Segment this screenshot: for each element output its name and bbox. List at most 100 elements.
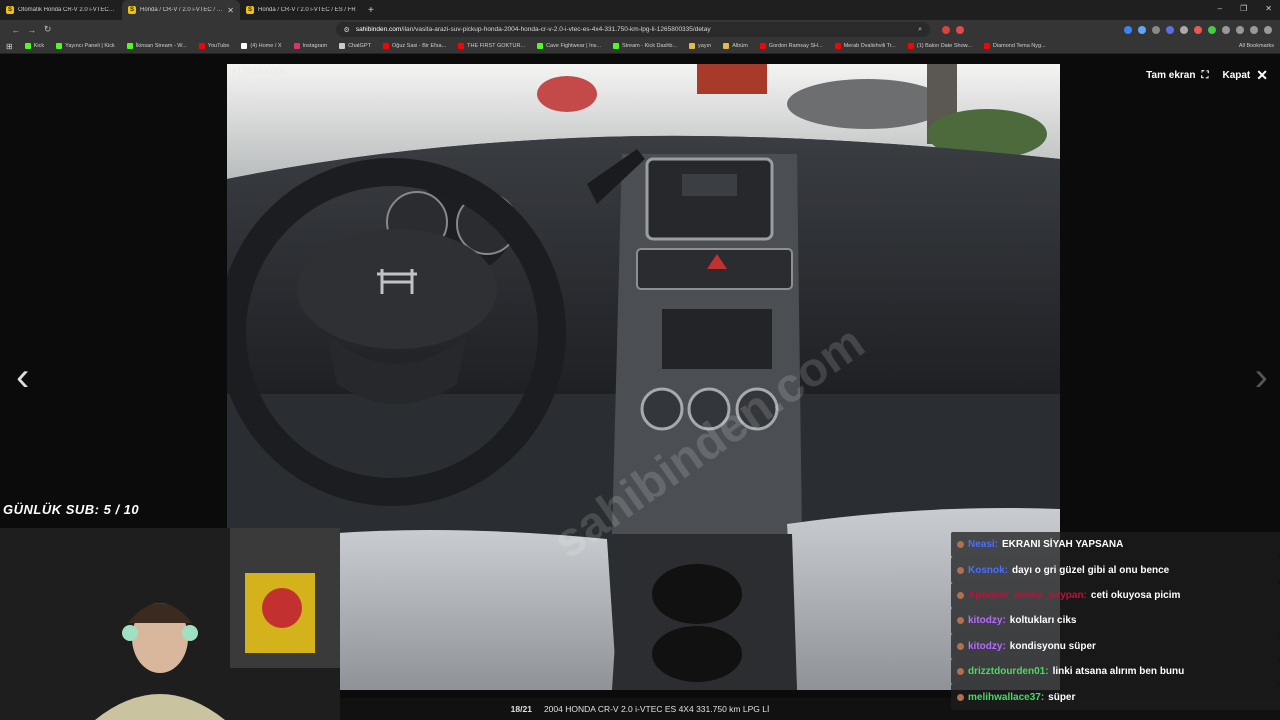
forward-icon[interactable]: → [24,25,40,35]
previous-photo-arrow-icon[interactable]: ‹ [16,355,29,400]
bookmark-item[interactable]: Merab Dvalishvili Tr... [834,43,896,49]
bookmark-item[interactable]: Albüm [723,43,748,49]
extension-icons-right [1123,25,1272,34]
chat-message: melihwallace37: süper [951,684,1280,710]
apps-grid-icon[interactable]: ⊞ [6,42,13,51]
bookmark-favicon-icon [723,43,730,49]
bookmark-item[interactable]: Yayıncı Paneli | Kick [56,43,115,49]
chat-badge-icon [957,642,964,650]
fullscreen-button[interactable]: Tam ekran ⛶ [1146,70,1208,81]
bookmark-favicon-icon [613,43,620,49]
extension-icon[interactable] [1137,25,1146,34]
chat-text: koltukları ciks [1009,615,1077,627]
bookmark-label: Albüm [732,43,748,49]
bookmark-item[interactable]: (1) Balon Date Show... [907,43,972,49]
browser-tab-active[interactable]: S Honda / CR-V / 2.0 i-VTEC / ES / ✕ [122,0,240,20]
bookmark-item[interactable]: THE FIRST GOKTUR... [458,43,525,49]
bookmark-label: Instagram [302,43,328,49]
back-icon[interactable]: ← [8,25,24,35]
bookmark-label: Cave Fightwear | Ins... [546,43,602,49]
reload-icon[interactable]: ↻ [40,24,56,35]
bookmark-item[interactable]: YouTube [198,43,229,49]
bookmark-item[interactable]: Stream - Kick Dashb... [613,43,677,49]
bookmark-label: THE FIRST GOKTUR... [467,43,526,49]
bookmark-favicon-icon [383,43,389,49]
extension-icon[interactable] [1165,25,1174,34]
puzzle-icon[interactable] [1221,25,1230,34]
listing-title: 2004 HONDA CR-V 2.0 i-VTEC ES 4X4 331.75… [543,704,770,714]
extension-icon[interactable] [941,25,950,34]
webcam-overlay [0,528,340,720]
chat-text: süper [1048,691,1076,703]
browser-tab[interactable]: S Otomatik Honda CR-V 2.0 i-VTEC Fiy [0,0,122,20]
bookmark-favicon-icon [126,43,133,49]
address-bar[interactable]: ⚙ sahibinden.com/ilan/vasita-arazi-suv-p… [335,22,930,37]
bookmark-item[interactable]: ChatGPT [339,43,371,49]
bookmark-label: (4) Home / X [250,43,282,49]
extension-icon[interactable] [1193,25,1202,34]
chat-badge-icon [957,541,964,549]
minimize-icon[interactable]: – [1218,4,1222,13]
bookmark-item[interactable]: Oğuz Sasi - Bir Efsa... [383,43,446,49]
bookmark-favicon-icon [241,43,248,49]
close-viewer-button[interactable]: Kapat ✕ [1222,67,1268,84]
sahibinden-favicon-icon: S [6,6,14,14]
site-info-icon[interactable]: ⚙ [344,26,350,34]
bookmark-favicon-icon [293,43,300,49]
bookmark-favicon-icon [198,43,205,49]
chat-message: Kosnok: dayı o gri güzel gibi al onu benc… [951,557,1280,583]
bookmark-favicon-icon [339,43,346,49]
photo-counter: 18/21 [510,704,532,714]
chat-message: Aponom_amina_paypan: ceti okuyosa picim [951,582,1280,609]
chat-badge-icon [957,566,964,574]
chat-overlay: Neasi: EKRANI SİYAH YAPSANA Kosnok: dayı o … [951,532,1280,710]
new-tab-icon[interactable]: + [368,5,374,16]
profile-icon[interactable] [1249,25,1258,34]
bookmark-favicon-icon [759,43,766,49]
bookmark-label: (1) Balon Date Show... [916,43,972,49]
bookmark-item[interactable]: İkinsan Stream - W... [126,43,187,49]
toolbar: ← → ↻ ⚙ sahibinden.com/ilan/vasita-arazi… [0,20,1280,39]
window-controls: – ❐ ✕ [1218,4,1272,13]
browser-tab[interactable]: S Honda / CR-V / 2.0 i-VTEC / ES / FR [240,0,362,20]
bookmark-item[interactable]: Cave Fightwear | Ins... [537,43,601,49]
bookmarks-bar: ⊞ Kick Yayıncı Paneli | Kick İkinsan Strea… [0,39,1280,54]
extension-icon[interactable] [1207,25,1216,34]
close-tab-icon[interactable]: ✕ [227,6,234,15]
chat-username: Kosnok: [968,564,1008,576]
bookmark-favicon-icon [56,43,63,49]
bookmark-label: Merab Dvalishvili Tr... [843,43,896,49]
bookmark-label: Gordon Ramsay SH... [768,43,823,49]
download-icon[interactable] [1235,25,1244,34]
extension-icon[interactable] [1179,25,1188,34]
close-icon: ✕ [1256,67,1268,83]
bookmark-item[interactable]: Gordon Ramsay SH... [759,43,823,49]
bookmark-item[interactable]: Instagram [293,43,328,49]
bookmark-item[interactable]: Diamond Tema Nyg... [983,43,1046,49]
close-label: Kapat [1222,70,1251,81]
chat-text: EKRANI SİYAH YAPSANA [1002,539,1124,551]
bookmark-label: Oğuz Sasi - Bir Efsa... [392,43,447,49]
extension-icon[interactable] [1151,25,1160,34]
chat-message: Neasi: EKRANI SİYAH YAPSANA [951,532,1280,558]
chat-message: kitodzy: koltukları ciks [951,608,1280,634]
extension-icon[interactable] [955,25,964,34]
menu-icon[interactable] [1263,25,1272,34]
zoom-icon[interactable]: ⌕ [918,26,922,34]
close-window-icon[interactable]: ✕ [1265,4,1272,13]
sahibinden-favicon-icon: S [246,6,254,14]
bookmark-item[interactable]: Kick [24,43,44,49]
bookmark-label: Diamond Tema Nyg... [992,43,1046,49]
bookmark-favicon-icon [834,43,841,49]
maximize-icon[interactable]: ❐ [1240,4,1247,13]
bookmark-item[interactable]: yayın [689,43,711,49]
extension-icon[interactable] [1123,25,1132,34]
bookmark-item[interactable]: (4) Home / X [241,43,282,49]
fullscreen-label: Tam ekran [1146,70,1196,81]
bookmark-label: Yayıncı Paneli | Kick [65,43,115,49]
all-bookmarks-folder[interactable]: All Bookmarks [1239,43,1274,49]
chat-text: linki atsana alırım ben bunu [1052,666,1185,678]
extension-icons [941,25,964,34]
next-photo-arrow-icon[interactable]: › [1255,355,1268,400]
fullscreen-icon: ⛶ [1201,70,1209,81]
